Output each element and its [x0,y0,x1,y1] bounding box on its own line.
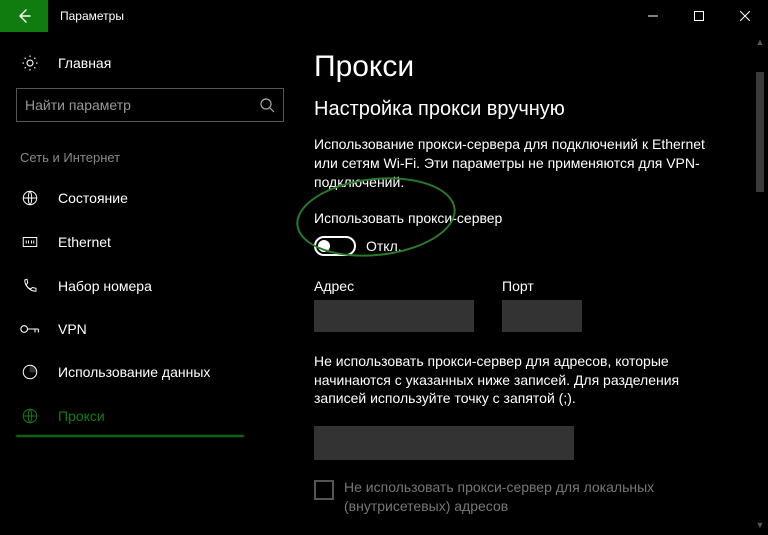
page-title: Прокси [314,50,738,84]
local-bypass-checkbox[interactable] [314,480,334,500]
sidebar-item-status[interactable]: Состояние [16,179,284,217]
globe-icon [20,407,40,425]
main-panel: Прокси Настройка прокси вручную Использо… [300,32,768,535]
sidebar-item-vpn[interactable]: VPN [16,311,284,347]
address-input[interactable] [314,300,474,332]
minimize-button[interactable] [630,0,676,32]
sidebar-item-label: Прокси [58,408,105,424]
sidebar-item-label: VPN [58,321,87,337]
scroll-thumb[interactable] [756,72,764,192]
sidebar: Главная Сеть и Интернет Состояние Ethern… [0,32,300,535]
address-label: Адрес [314,278,474,294]
vpn-icon [20,322,40,336]
port-input[interactable] [502,300,582,332]
sidebar-item-ethernet[interactable]: Ethernet [16,223,284,261]
sidebar-item-label: Набор номера [58,278,152,294]
close-button[interactable] [722,0,768,32]
maximize-icon [694,11,704,21]
proxy-toggle-state: Откл. [366,238,402,254]
sidebar-home-label: Главная [58,55,111,71]
sidebar-item-proxy[interactable]: Прокси [16,397,284,435]
port-label: Порт [502,278,582,294]
maximize-button[interactable] [676,0,722,32]
proxy-toggle[interactable] [314,236,356,256]
exceptions-description: Не использовать прокси-сервер для адресо… [314,352,724,409]
section-description: Использование прокси-сервера для подключ… [314,135,724,192]
phone-icon [20,277,40,295]
globe-icon [20,189,40,207]
close-icon [740,11,750,21]
toggle-knob [318,240,330,252]
sidebar-group-header: Сеть и Интернет [16,144,284,179]
scroll-up-icon[interactable]: ▲ [754,34,766,50]
ethernet-icon [20,233,40,251]
gear-icon [20,54,40,72]
exceptions-input[interactable] [314,426,574,460]
window-controls [630,0,768,32]
minimize-icon [648,11,658,21]
title-bar: Параметры [0,0,768,32]
sidebar-item-home[interactable]: Главная [16,44,284,82]
search-box[interactable] [16,88,284,122]
section-title: Настройка прокси вручную [314,98,738,121]
back-button[interactable] [0,0,48,32]
datausage-icon [20,363,40,381]
local-bypass-label: Не использовать прокси-сервер для локаль… [344,478,674,516]
sidebar-item-label: Использование данных [58,364,210,380]
window-title: Параметры [48,9,124,23]
search-icon [259,97,275,113]
sidebar-item-label: Состояние [58,190,128,206]
active-underline-annotation [16,435,244,437]
arrow-left-icon [16,8,32,24]
search-input[interactable] [25,97,259,113]
scroll-down-icon[interactable]: ▼ [754,517,766,533]
proxy-toggle-label: Использовать прокси-сервер [314,210,738,226]
vertical-scrollbar[interactable]: ▲ ▼ [754,32,766,535]
sidebar-item-datausage[interactable]: Использование данных [16,353,284,391]
sidebar-item-label: Ethernet [58,234,111,250]
sidebar-item-dialup[interactable]: Набор номера [16,267,284,305]
